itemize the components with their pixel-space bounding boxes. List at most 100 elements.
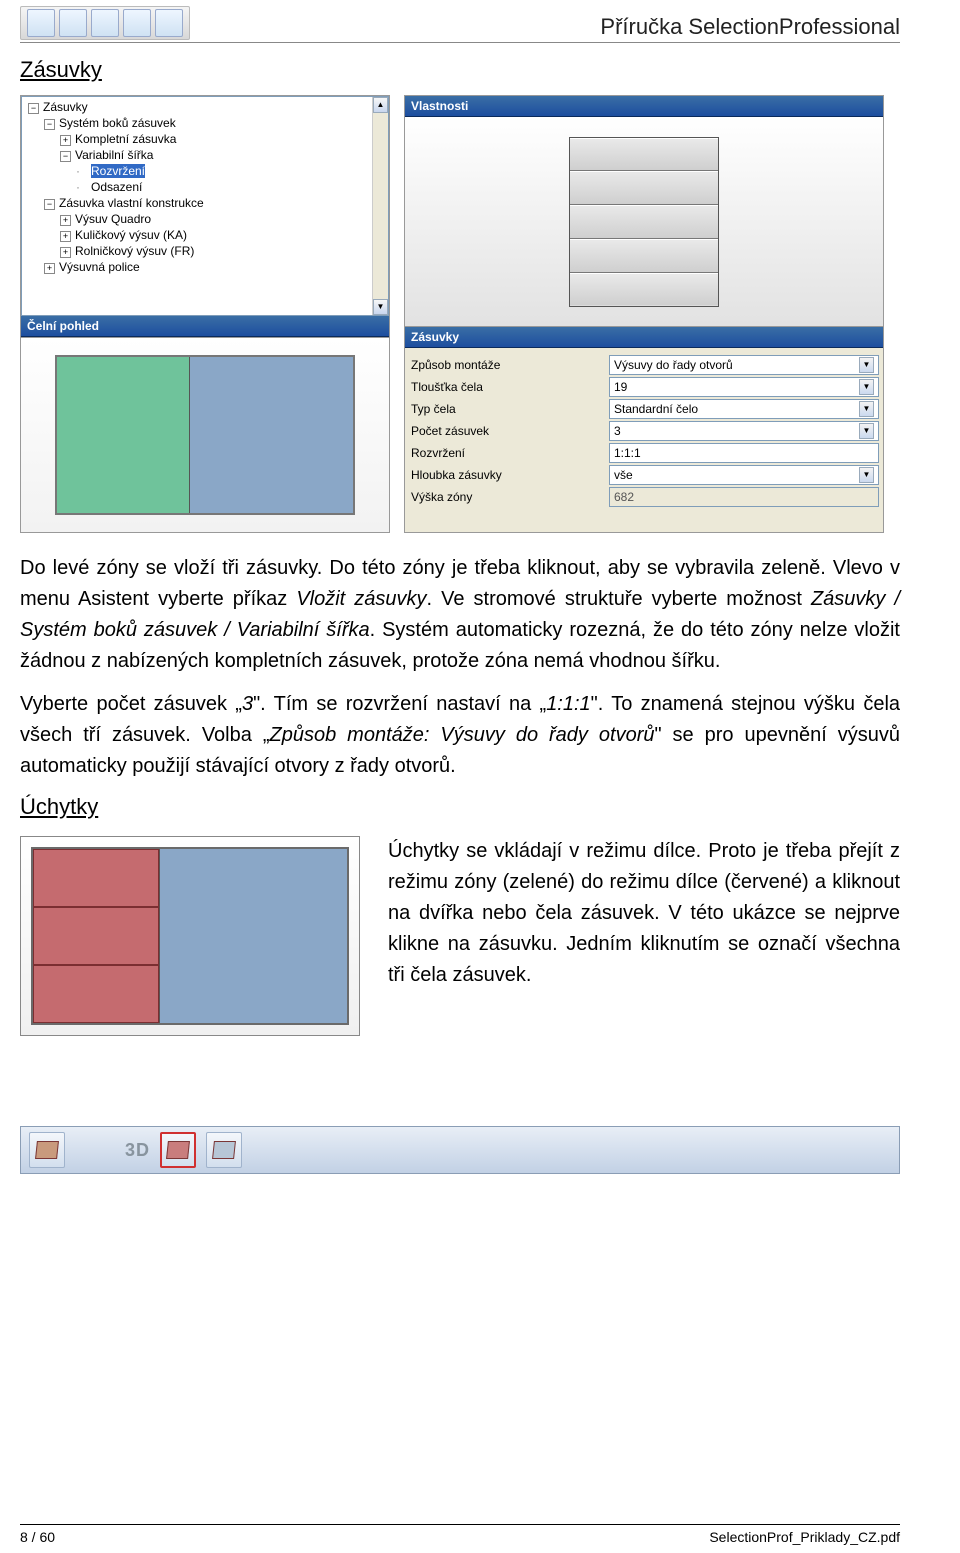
uchytky-drawer-front	[33, 907, 159, 965]
prop-row-montaz: Způsob montáže Výsuvy do řady otvorů ▼	[409, 354, 879, 376]
text-italic: Způsob montáže: Výsuvy do řady otvorů	[270, 724, 655, 746]
prop-field-typ[interactable]: Standardní čelo ▼	[609, 399, 879, 419]
tree-node-kompletni[interactable]: +Kompletní zásuvka	[58, 131, 388, 147]
prop-row-rozvr: Rozvržení 1:1:1	[409, 442, 879, 464]
preview-drawer	[570, 239, 718, 273]
prop-label: Hloubka zásuvky	[409, 468, 609, 482]
properties-list: Způsob montáže Výsuvy do řady otvorů ▼ Tl…	[405, 348, 883, 514]
uchytky-door[interactable]	[159, 849, 347, 1023]
tree-node-label: Systém boků zásuvek	[59, 116, 176, 130]
dropdown-icon[interactable]: ▼	[859, 423, 874, 439]
tree-node-kulickovy[interactable]: +Kuličkový výsuv (KA)	[58, 227, 388, 243]
toolbar-btn-box-icon[interactable]	[29, 1132, 65, 1168]
prop-value: 682	[614, 490, 634, 504]
paragraph-2: Vyberte počet zásuvek „3". Tím se rozvrž…	[20, 689, 900, 782]
header-icon-5	[155, 9, 183, 37]
toolbar-btn-part-mode-icon[interactable]	[160, 1132, 196, 1168]
prop-row-vyska: Výška zóny 682	[409, 486, 879, 508]
tree-node-label: Kuličkový výsuv (KA)	[75, 228, 187, 242]
text: Vyberte počet zásuvek „	[20, 693, 242, 715]
tree-node-system-boku[interactable]: −Systém boků zásuvek	[42, 115, 388, 131]
header-icon-3	[91, 9, 119, 37]
toolbar-btn-zone-mode-icon[interactable]	[206, 1132, 242, 1168]
preview-drawer	[570, 205, 718, 239]
prop-field-hloubka[interactable]: vše ▼	[609, 465, 879, 485]
prop-row-typ: Typ čela Standardní čelo ▼	[409, 398, 879, 420]
preview-drawer	[570, 171, 718, 205]
header-icon-strip	[20, 6, 190, 40]
properties-titlebar: Vlastnosti	[405, 96, 883, 117]
tree-node-variabilni[interactable]: −Variabilní šířka	[58, 147, 388, 163]
tree-node-rozvrzeni[interactable]: ·Rozvržení	[74, 163, 388, 179]
tree-node-root-label: Zásuvky	[43, 100, 88, 114]
front-view-panel[interactable]	[21, 337, 389, 532]
zone-left-selected[interactable]	[57, 357, 190, 513]
uchytky-row: Úchytky se vkládají v režimu dílce. Prot…	[20, 836, 900, 1036]
dropdown-icon[interactable]: ▼	[859, 401, 874, 417]
prop-value: 19	[614, 380, 627, 394]
prop-field-montaz[interactable]: Výsuvy do řady otvorů ▼	[609, 355, 879, 375]
dropdown-icon[interactable]: ▼	[859, 379, 874, 395]
prop-field-vyska: 682	[609, 487, 879, 507]
tree-node-label: Variabilní šířka	[75, 148, 153, 162]
tree-node-quadro[interactable]: +Výsuv Quadro	[58, 211, 388, 227]
preview-drawer	[570, 138, 718, 172]
paragraph-3: Úchytky se vkládají v režimu dílce. Prot…	[388, 836, 900, 991]
frontview-titlebar: Čelní pohled	[21, 316, 389, 337]
tree-view[interactable]: −Zásuvky −Systém boků zásuvek +Kompletní…	[21, 96, 389, 316]
prop-label: Způsob montáže	[409, 358, 609, 372]
prop-field-tloustka[interactable]: 19 ▼	[609, 377, 879, 397]
uchytky-preview	[20, 836, 360, 1036]
uchytky-drawers-selected[interactable]	[33, 849, 159, 1023]
ui-screenshot-row: −Zásuvky −Systém boků zásuvek +Kompletní…	[20, 95, 900, 533]
scroll-up-icon[interactable]: ▲	[373, 97, 388, 113]
dropdown-icon[interactable]: ▼	[859, 357, 874, 373]
preview-3d[interactable]	[405, 117, 883, 327]
left-panel: −Zásuvky −Systém boků zásuvek +Kompletní…	[20, 95, 390, 533]
prop-value: vše	[614, 468, 633, 482]
tree-node-vlastni[interactable]: −Zásuvka vlastní konstrukce	[42, 195, 388, 211]
header-icon-2	[59, 9, 87, 37]
text-italic: Vložit zásuvky	[296, 588, 426, 610]
uchytky-drawer-front	[33, 849, 159, 907]
tree-node-label: Výsuv Quadro	[75, 212, 151, 226]
tree-node-rolnickovy[interactable]: +Rolničkový výsuv (FR)	[58, 243, 388, 259]
prop-label: Typ čela	[409, 402, 609, 416]
prop-row-tloustka: Tloušťka čela 19 ▼	[409, 376, 879, 398]
section-title-zasuvky: Zásuvky	[20, 57, 900, 83]
page-header: Příručka SelectionProfessional	[20, 0, 900, 43]
paragraph-1: Do levé zóny se vloží tři zásuvky. Do té…	[20, 553, 900, 677]
tree-scrollbar[interactable]: ▲ ▼	[372, 97, 388, 315]
section-title-uchytky: Úchytky	[20, 794, 900, 820]
uchytky-cabinet	[31, 847, 349, 1025]
document-title: Příručka SelectionProfessional	[600, 14, 900, 40]
tree-node-label: Zásuvka vlastní konstrukce	[59, 196, 204, 210]
file-name: SelectionProf_Priklady_CZ.pdf	[709, 1529, 900, 1545]
preview-cabinet	[569, 137, 719, 307]
prop-row-hloubka: Hloubka zásuvky vše ▼	[409, 464, 879, 486]
page-footer: 8 / 60 SelectionProf_Priklady_CZ.pdf	[20, 1524, 900, 1545]
prop-label: Tloušťka čela	[409, 380, 609, 394]
tree-node-label: Kompletní zásuvka	[75, 132, 176, 146]
zone-right[interactable]	[190, 357, 353, 513]
text: ". Tím se rozvržení nastaví na „	[253, 693, 546, 715]
prop-field-rozvr[interactable]: 1:1:1	[609, 443, 879, 463]
preview-drawer	[570, 273, 718, 306]
prop-field-pocet[interactable]: 3▼	[609, 421, 879, 441]
toolbar-3d-label[interactable]: 3D	[125, 1140, 150, 1161]
prop-label: Výška zóny	[409, 490, 609, 504]
prop-value: 1:1:1	[614, 446, 641, 460]
text: . Ve stromové struktuře vyberte možnost	[427, 588, 811, 610]
tree-node-vysuvna-police[interactable]: +Výsuvná police	[42, 259, 388, 275]
tree-node-root[interactable]: −Zásuvky	[26, 99, 388, 115]
text-italic: 1:1:1	[546, 693, 590, 715]
tree-node-label: Odsazení	[91, 180, 142, 194]
props-section-title: Zásuvky	[405, 327, 883, 348]
tree-node-odsazeni[interactable]: ·Odsazení	[74, 179, 388, 195]
scroll-down-icon[interactable]: ▼	[373, 299, 388, 315]
dropdown-icon[interactable]: ▼	[859, 467, 874, 483]
prop-value: Výsuvy do řady otvorů	[614, 358, 733, 372]
prop-value: Standardní čelo	[614, 402, 698, 416]
tree-node-label: Rolničkový výsuv (FR)	[75, 244, 194, 258]
bottom-toolbar: 3D	[20, 1126, 900, 1174]
